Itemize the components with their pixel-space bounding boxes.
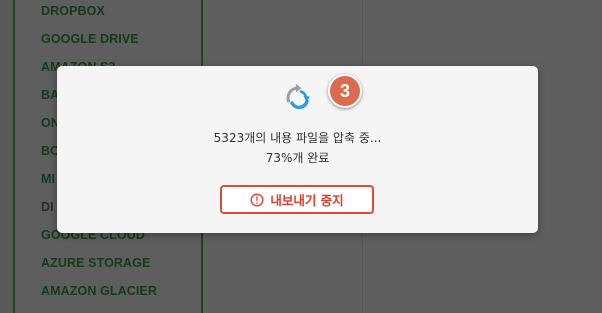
sidebar-item-amazon-glacier[interactable]: AMAZON GLACIER — [41, 284, 157, 298]
left-strip — [0, 0, 13, 313]
progress-percent-text: 73%개 완료 — [265, 151, 330, 165]
sidebar-item-di[interactable]: DI — [41, 200, 54, 214]
sidebar-item-mi[interactable]: MI — [41, 172, 55, 186]
step-badge: 3 — [328, 74, 362, 108]
export-progress-dialog: 3 5323개의 내용 파일을 압축 중... 73%개 완료 내보내기 중지 — [57, 66, 538, 233]
stop-export-button[interactable]: 내보내기 중지 — [220, 185, 374, 214]
alert-circle-icon — [250, 192, 264, 207]
progress-status-text: 5323개의 내용 파일을 압축 중... — [213, 131, 382, 145]
sidebar-item-dropbox[interactable]: DROPBOX — [41, 4, 105, 18]
stop-export-label: 내보내기 중지 — [270, 193, 344, 208]
refresh-icon — [286, 84, 310, 110]
sidebar-item-azure-storage[interactable]: AZURE STORAGE — [41, 256, 150, 270]
sidebar-item-google-drive[interactable]: GOOGLE DRIVE — [41, 32, 139, 46]
